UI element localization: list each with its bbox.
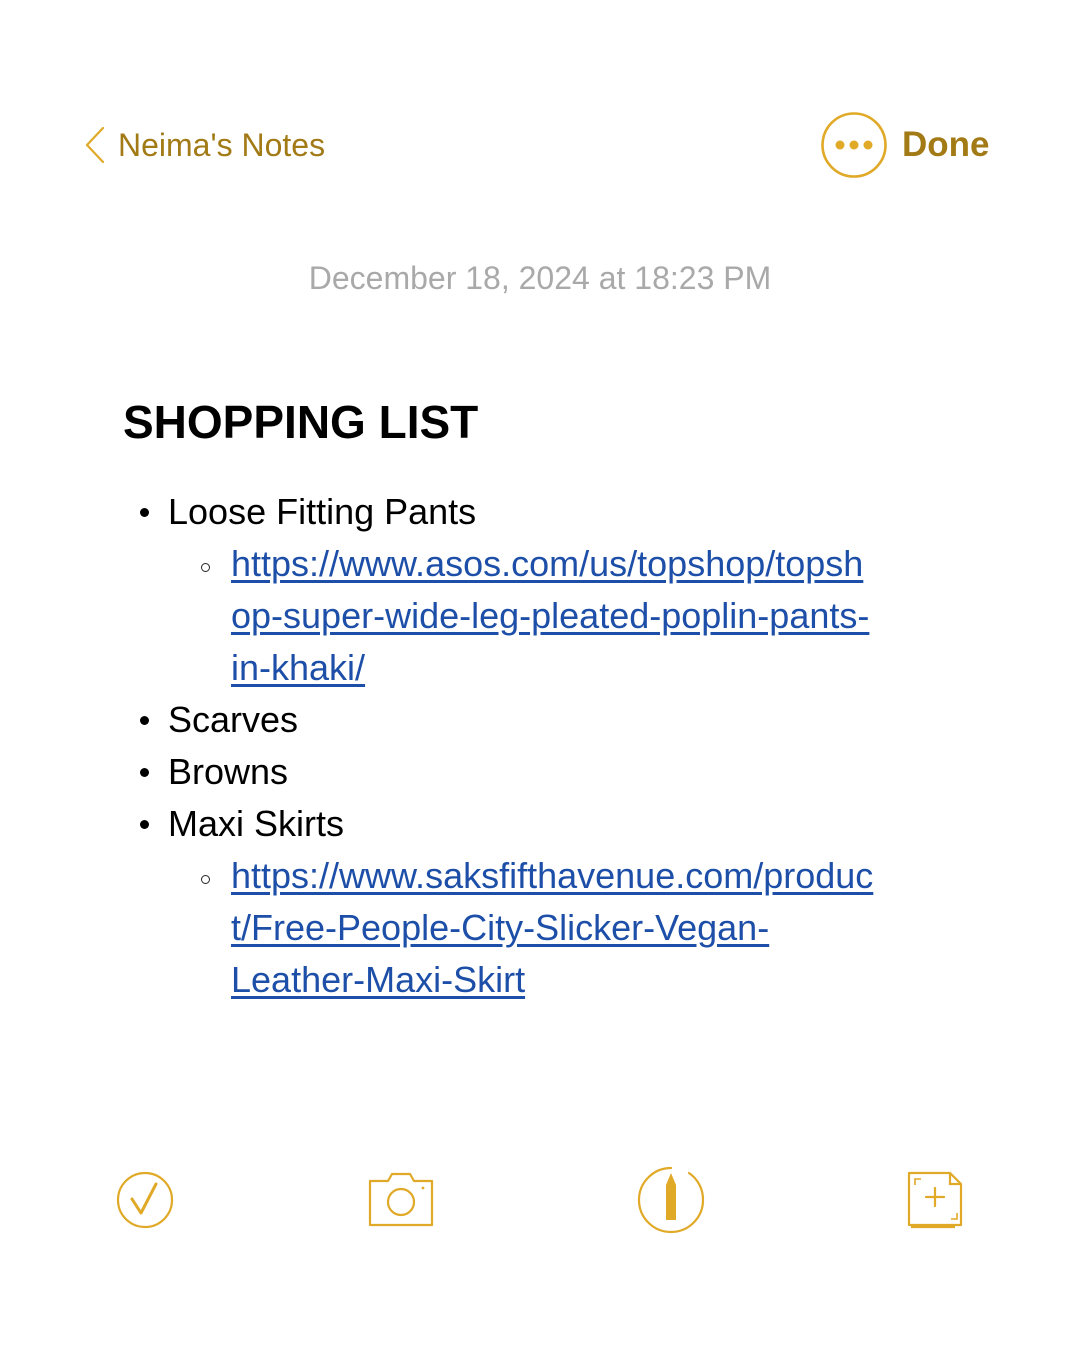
list-item-label[interactable]: Loose Fitting Pants [168, 492, 476, 532]
camera-icon [368, 1172, 434, 1227]
more-options-button[interactable] [821, 112, 887, 178]
list-item: Browns [0, 746, 1080, 798]
note-timestamp: December 18, 2024 at 18:23 PM [308, 260, 772, 296]
sub-list-item: https://www.saksfifthavenue.com/produc t… [0, 850, 1080, 1006]
link-line[interactable]: in-khaki/ [231, 642, 1080, 694]
bullet-dot [140, 508, 149, 517]
note-title[interactable]: SHOPPING LIST [123, 395, 478, 449]
hollow-bullet [201, 875, 210, 884]
list-item-label[interactable]: Browns [168, 752, 288, 792]
bullet-dot [140, 716, 149, 725]
checklist-icon [116, 1171, 174, 1229]
bullet-dot [140, 820, 149, 829]
link-line[interactable]: t/Free-People-City-Slicker-Vegan- [231, 902, 1080, 954]
back-button[interactable]: Neima's Notes [84, 124, 325, 166]
markup-button[interactable] [637, 1166, 705, 1234]
sub-list-item: https://www.asos.com/us/topshop/topsh op… [0, 538, 1080, 694]
bullet-dot [140, 768, 149, 777]
link-line[interactable]: op-super-wide-leg-pleated-poplin-pants- [231, 590, 1080, 642]
list-item-label[interactable]: Scarves [168, 700, 298, 740]
list-item: Scarves [0, 694, 1080, 746]
note-list[interactable]: Loose Fitting Pants https://www.asos.com… [0, 486, 1080, 1006]
new-note-icon [907, 1171, 963, 1229]
list-item: Loose Fitting Pants [0, 486, 1080, 538]
checklist-button[interactable] [116, 1171, 174, 1229]
list-item: Maxi Skirts [0, 798, 1080, 850]
list-item-label[interactable]: Maxi Skirts [168, 804, 344, 844]
link-line[interactable]: Leather-Maxi-Skirt [231, 954, 1080, 1006]
ellipsis-circle-icon [821, 112, 887, 178]
new-note-button[interactable] [907, 1171, 965, 1229]
link-line[interactable]: https://www.saksfifthavenue.com/produc [231, 850, 1080, 902]
back-button-label: Neima's Notes [118, 127, 326, 163]
hollow-bullet [201, 563, 210, 572]
camera-button[interactable] [368, 1171, 434, 1227]
link-line[interactable]: https://www.asos.com/us/topshop/topsh [231, 538, 1080, 590]
markup-pen-icon [637, 1166, 705, 1234]
done-button[interactable]: Done [902, 124, 990, 166]
chevron-left-icon [85, 126, 105, 164]
